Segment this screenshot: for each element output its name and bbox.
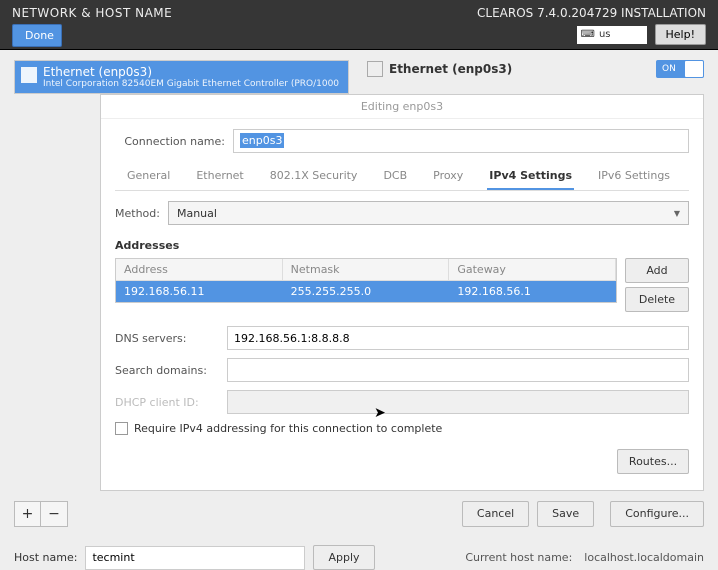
delete-button[interactable]: Delete — [625, 287, 689, 312]
add-button[interactable]: Add — [625, 258, 689, 283]
apply-button[interactable]: Apply — [313, 545, 374, 570]
current-hostname-label: Current host name: — [465, 551, 572, 564]
dns-input[interactable] — [227, 326, 689, 350]
require-ipv4-checkbox[interactable] — [115, 422, 128, 435]
search-domains-label: Search domains: — [115, 364, 219, 377]
tab-ipv6[interactable]: IPv6 Settings — [596, 163, 672, 190]
device-list[interactable]: Ethernet (enp0s3) Intel Corporation 8254… — [14, 60, 349, 94]
cancel-button[interactable]: Cancel — [462, 501, 529, 527]
tab-8021x[interactable]: 802.1X Security — [268, 163, 360, 190]
editor-title: Editing enp0s3 — [101, 95, 703, 119]
add-remove-device: + − — [14, 501, 68, 527]
addresses-label: Addresses — [115, 239, 689, 252]
settings-tabs: General Ethernet 802.1X Security DCB Pro… — [115, 163, 689, 191]
device-item[interactable]: Ethernet (enp0s3) Intel Corporation 8254… — [15, 61, 348, 93]
network-name: Ethernet (enp0s3) — [389, 62, 512, 76]
tab-general[interactable]: General — [125, 163, 172, 190]
dhcp-client-id-input — [227, 390, 689, 414]
tab-proxy[interactable]: Proxy — [431, 163, 465, 190]
connection-editor: Editing enp0s3 Connection name: enp0s3 G… — [100, 94, 704, 491]
page-title: NETWORK & HOST NAME — [12, 6, 172, 20]
remove-device-button[interactable]: − — [41, 502, 67, 526]
method-combo[interactable]: Manual — [168, 201, 689, 225]
help-button[interactable]: Help! — [655, 24, 707, 45]
save-button[interactable]: Save — [537, 501, 594, 527]
connection-name-input[interactable]: enp0s3 — [233, 129, 689, 153]
routes-button[interactable]: Routes... — [617, 449, 689, 474]
hostname-label: Host name: — [14, 551, 77, 564]
tab-dcb[interactable]: DCB — [381, 163, 409, 190]
dns-label: DNS servers: — [115, 332, 219, 345]
network-toggle[interactable]: ON — [656, 60, 704, 78]
table-row[interactable]: 192.168.56.11 255.255.255.0 192.168.56.1 — [116, 281, 616, 302]
tab-ethernet[interactable]: Ethernet — [194, 163, 245, 190]
keyboard-indicator[interactable]: ⌨ us — [577, 26, 647, 44]
method-label: Method: — [115, 207, 160, 220]
current-hostname-value: localhost.localdomain — [584, 551, 704, 564]
addresses-table[interactable]: Address Netmask Gateway 192.168.56.11 25… — [115, 258, 617, 303]
tab-ipv4[interactable]: IPv4 Settings — [487, 163, 574, 190]
configure-button[interactable]: Configure... — [610, 501, 704, 527]
require-ipv4-label: Require IPv4 addressing for this connect… — [134, 422, 442, 435]
add-device-button[interactable]: + — [15, 502, 41, 526]
top-bar: NETWORK & HOST NAME Done CLEAROS 7.4.0.2… — [0, 0, 718, 50]
network-icon — [367, 61, 383, 77]
ethernet-icon — [21, 67, 37, 83]
keyboard-icon: ⌨ — [581, 29, 595, 40]
done-button[interactable]: Done — [12, 24, 62, 47]
hostname-input[interactable] — [85, 546, 305, 570]
dhcp-client-id-label: DHCP client ID: — [115, 396, 219, 409]
connection-name-label: Connection name: — [115, 135, 225, 148]
install-title: CLEAROS 7.4.0.204729 INSTALLATION — [477, 6, 706, 20]
search-domains-input[interactable] — [227, 358, 689, 382]
